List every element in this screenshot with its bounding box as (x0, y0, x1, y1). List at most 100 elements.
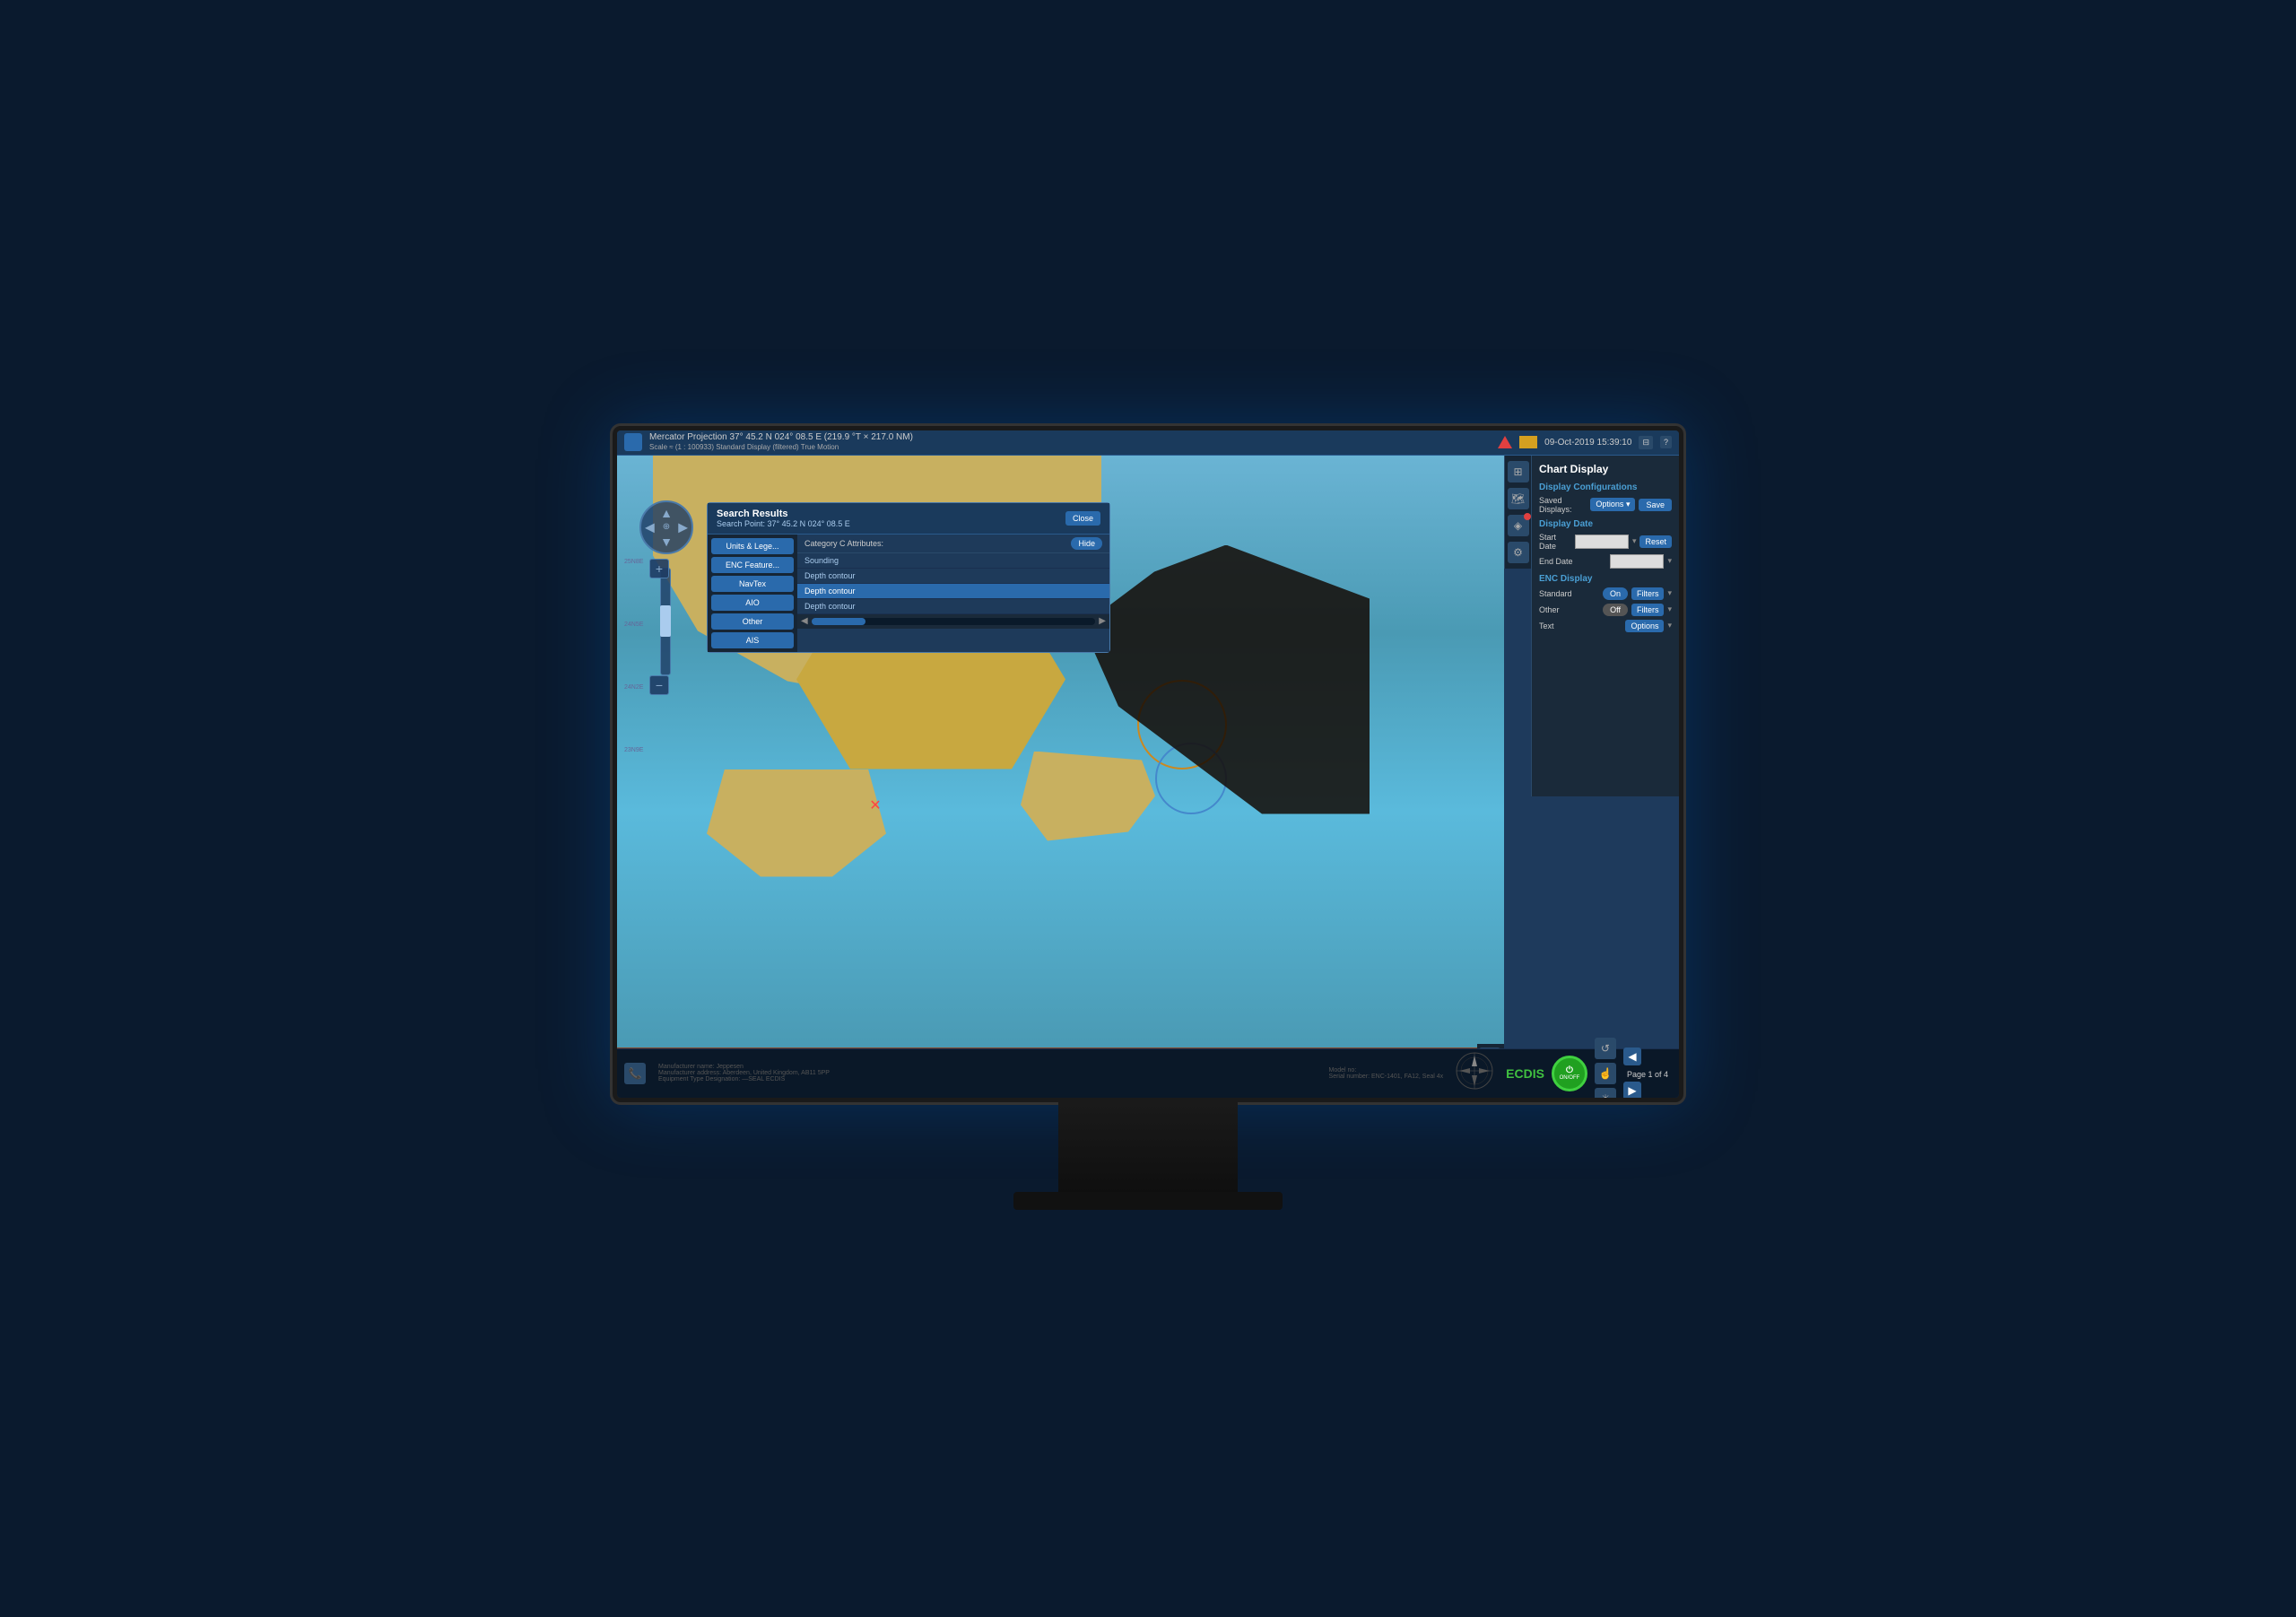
end-date-row: End Date ▾ (1539, 554, 1672, 569)
search-btn-ais[interactable]: AIS (711, 632, 794, 648)
search-right-panel: Category C Attributes: Hide Sounding Dep… (797, 535, 1109, 652)
help-button[interactable]: ? (1660, 436, 1672, 448)
monitor-stand (1058, 1102, 1238, 1210)
nav-circle-2 (1155, 743, 1227, 814)
standard-label: Standard (1539, 589, 1599, 598)
search-left-panel: Units & Lege... ENC Feature... NavTex AI… (708, 535, 797, 652)
other-label: Other (1539, 605, 1599, 614)
search-result-3[interactable]: Depth contour (797, 599, 1109, 614)
text-options-button[interactable]: Options (1625, 620, 1664, 632)
database-icon-button[interactable]: ◈ (1508, 515, 1529, 536)
scrollbar-thumb[interactable] (812, 618, 865, 625)
ecdis-label: ECDIS (1506, 1066, 1544, 1081)
database-icon: ◈ (1514, 519, 1522, 532)
nav-left-arrow[interactable]: ◀ (645, 519, 655, 535)
layers-icon-button[interactable]: ⊞ (1508, 461, 1529, 482)
standard-toggle[interactable]: On (1603, 587, 1628, 600)
zoom-out-button[interactable]: − (649, 675, 669, 695)
page-label: Page 1 of 4 (1627, 1070, 1668, 1079)
other-toggle[interactable]: Off (1603, 604, 1628, 616)
other-row: Other Off Filters ▾ (1539, 604, 1672, 616)
search-result-1[interactable]: Depth contour (797, 569, 1109, 584)
depth-label-2: 24N5E (624, 622, 643, 628)
start-date-row: Start Date ▾ Reset (1539, 533, 1672, 551)
nav-down-arrow[interactable]: ▼ (660, 535, 673, 549)
text-options-dropdown-icon[interactable]: ▾ (1667, 621, 1672, 630)
search-btn-aio[interactable]: AIO (711, 595, 794, 611)
power-button[interactable]: ⏻ ON/OFF (1552, 1056, 1587, 1091)
display-configurations-title: Display Configurations (1539, 482, 1672, 492)
search-result-2[interactable]: Depth contour (797, 584, 1109, 599)
nav-right-arrow[interactable]: ▶ (678, 519, 688, 535)
sun-icon-button[interactable]: ☀ (1595, 1088, 1616, 1098)
refresh-icon-button[interactable]: ↺ (1595, 1038, 1616, 1059)
search-close-button[interactable]: Close (1065, 511, 1100, 526)
end-date-dropdown-icon[interactable]: ▾ (1667, 556, 1672, 566)
nav-center-icon[interactable]: ⊕ (663, 522, 670, 532)
chart-panel-title: Chart Display (1539, 463, 1672, 475)
top-bar: Mercator Projection 37° 45.2 N 024° 08.5… (617, 430, 1679, 456)
start-date-input[interactable] (1575, 535, 1629, 549)
land-mass-3 (707, 769, 886, 877)
search-category-row: Category C Attributes: Hide (797, 535, 1109, 553)
warning-triangle-icon (1498, 436, 1512, 448)
text-label: Text (1539, 622, 1622, 630)
touch-icon-button[interactable]: ☝ (1595, 1063, 1616, 1084)
ecdis-branding: ECDIS ⏻ ON/OFF (1506, 1056, 1587, 1091)
map-icon: 🗺 (1511, 492, 1525, 505)
scrollbar-track[interactable] (812, 618, 1096, 625)
next-page-button[interactable]: ▶ (1623, 1082, 1641, 1098)
start-date-dropdown-icon[interactable]: ▾ (1632, 536, 1637, 546)
save-button[interactable]: Save (1639, 499, 1672, 511)
other-filters-dropdown-icon[interactable]: ▾ (1667, 604, 1672, 614)
display-date-title: Display Date (1539, 519, 1672, 529)
zoom-slider[interactable] (660, 568, 671, 675)
phone-icon-button[interactable]: 📞 (624, 1063, 646, 1084)
monitor-screen: Mercator Projection 37° 45.2 N 024° 08.5… (617, 430, 1679, 1098)
options-dropdown-button[interactable]: Options ▾ (1590, 498, 1635, 511)
start-date-label: Start Date (1539, 533, 1571, 551)
gear-icon-button[interactable]: ⚙ (1508, 542, 1529, 563)
standard-filters-dropdown-icon[interactable]: ▾ (1667, 588, 1672, 598)
land-mass-4 (1021, 752, 1155, 841)
nav-circle-control[interactable]: ▲ ▼ ◀ ▶ ⊕ (639, 500, 693, 554)
search-scrollbar[interactable]: ◀ ▶ (797, 614, 1109, 629)
standard-filters-button[interactable]: Filters (1631, 587, 1665, 600)
scroll-left-arrow[interactable]: ◀ (801, 616, 808, 626)
nav-controls: ▲ ▼ ◀ ▶ ⊕ + − (635, 500, 698, 554)
reset-button[interactable]: Reset (1639, 535, 1672, 548)
gear-icon: ⚙ (1513, 546, 1523, 559)
depth-label-1: 25N8E (624, 559, 643, 565)
scroll-right-arrow[interactable]: ▶ (1099, 616, 1106, 626)
text-row: Text Options ▾ (1539, 620, 1672, 632)
search-btn-navtex[interactable]: NavTex (711, 576, 794, 592)
search-btn-enc[interactable]: ENC Feature... (711, 557, 794, 573)
standard-row: Standard On Filters ▾ (1539, 587, 1672, 600)
search-btn-other[interactable]: Other (711, 613, 794, 630)
search-btn-units[interactable]: Units & Lege... (711, 538, 794, 554)
search-dialog-body: Units & Lege... ENC Feature... NavTex AI… (708, 535, 1109, 652)
monitor-icon-button[interactable]: ⊟ (1639, 436, 1653, 449)
hide-button[interactable]: Hide (1071, 537, 1102, 550)
map-icon-button[interactable]: 🗺 (1508, 488, 1529, 509)
nav-up-arrow[interactable]: ▲ (660, 506, 673, 520)
other-filters-button[interactable]: Filters (1631, 604, 1665, 616)
status-bar: 📞 Manufacturer name: Jeppesen Manufactur… (617, 1048, 1679, 1098)
search-result-0[interactable]: Sounding (797, 553, 1109, 569)
end-date-input[interactable] (1610, 554, 1664, 569)
chart-panel: Chart Display Display Configurations Sav… (1531, 456, 1679, 796)
end-date-label: End Date (1539, 557, 1606, 566)
model-info: Model no: Serial number: ENC-1401, FA12,… (1329, 1067, 1444, 1080)
search-category-label: Category C Attributes: (804, 539, 1071, 548)
search-dialog-subtitle: Search Point: 37° 45.2 N 024° 08.5 E (717, 519, 850, 528)
side-icons: ⊞ 🗺 ◈ ⚙ (1504, 456, 1531, 569)
phone-icon-area: 📞 (624, 1063, 651, 1084)
saved-displays-row: Saved Displays: Options ▾ Save (1539, 496, 1672, 514)
prev-page-button[interactable]: ◀ (1623, 1048, 1641, 1065)
status-rect-icon (1519, 436, 1537, 448)
search-dialog: Search Results Search Point: 37° 45.2 N … (707, 502, 1110, 653)
compass-rose (1452, 1048, 1497, 1098)
zoom-in-button[interactable]: + (649, 559, 669, 578)
datetime-display: 09-Oct-2019 15:39:10 (1544, 438, 1631, 448)
map-area[interactable]: 25N8E 24N5E 24N2E 23N9E ✕ ▲ ▼ ◀ ▶ ⊕ (617, 456, 1504, 1048)
